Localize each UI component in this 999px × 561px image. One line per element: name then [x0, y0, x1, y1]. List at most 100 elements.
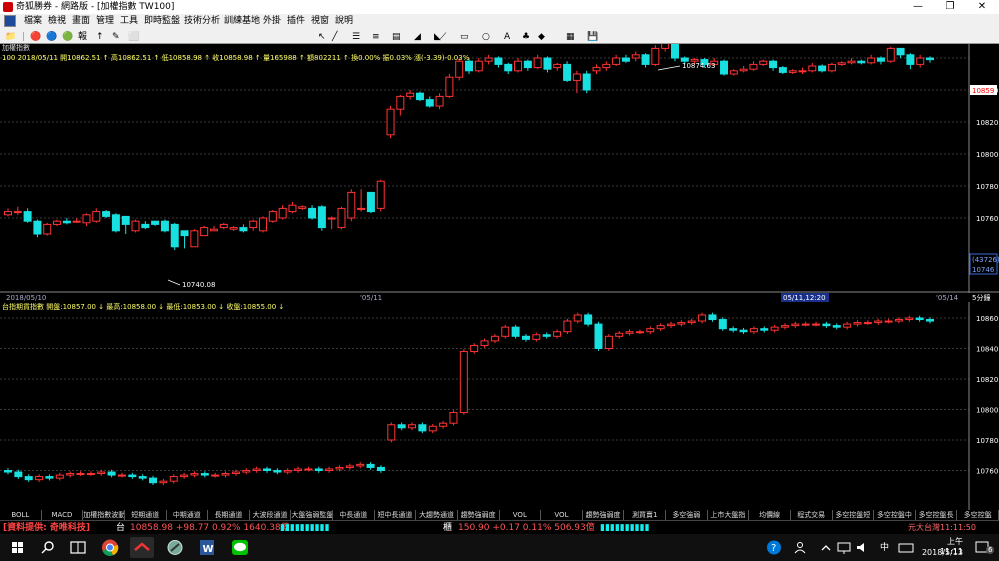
pointer-icon[interactable]: ↖: [318, 29, 326, 43]
rectangle-icon[interactable]: ▭: [460, 29, 469, 43]
candle-body: [874, 320, 883, 324]
indicator-tab[interactable]: 中期通道: [167, 510, 209, 520]
indicator-tab[interactable]: 多空控盤中: [874, 510, 916, 520]
search-icon[interactable]: [36, 537, 60, 558]
menu-manage[interactable]: 管理: [96, 14, 114, 28]
indicator-tab[interactable]: 趨勢強弱度: [583, 510, 625, 520]
people-icon[interactable]: [790, 537, 814, 558]
app-tool-icon[interactable]: [163, 537, 187, 558]
grid-icon[interactable]: ▦: [566, 29, 575, 43]
help-icon[interactable]: ?: [762, 537, 786, 558]
candle-body: [335, 466, 344, 470]
candle-body: [278, 207, 287, 219]
windows-start-icon[interactable]: [6, 537, 30, 558]
circle-icon[interactable]: ○: [482, 29, 490, 43]
ime-indicator[interactable]: 中: [880, 540, 889, 553]
maximize-button[interactable]: ❐: [935, 0, 965, 14]
fan-icon[interactable]: ◢: [414, 29, 421, 43]
indicator-tab[interactable]: 加權指數波動短線寶鑑: [83, 510, 125, 520]
green-dot-icon[interactable]: 🟢: [62, 29, 73, 43]
indicator-tab[interactable]: 大波段通道: [250, 510, 292, 520]
line-tool-icon[interactable]: ╱: [332, 29, 337, 43]
menu-technical[interactable]: 技術分析: [184, 14, 220, 28]
indicator-tab[interactable]: 多空控盤: [957, 510, 999, 520]
menu-screen[interactable]: 畫面: [72, 14, 90, 28]
chrome-icon[interactable]: [98, 537, 122, 558]
indicator-tab[interactable]: VOL: [500, 510, 542, 520]
open-icon[interactable]: 📁: [5, 29, 16, 43]
minimize-button[interactable]: —: [903, 0, 933, 14]
indicator-tab[interactable]: 均價線: [749, 510, 791, 520]
line-app-icon[interactable]: [228, 537, 252, 558]
indicator-tab[interactable]: 趨勢強弱度: [458, 510, 500, 520]
candle-body: [35, 476, 44, 481]
menu-realtime[interactable]: 即時監盤: [144, 14, 180, 28]
indicator-tab[interactable]: 中長通道: [333, 510, 375, 520]
candle-body: [4, 470, 12, 473]
candle-body: [646, 328, 655, 333]
indicator-tab[interactable]: MACD: [42, 510, 84, 520]
diamond-icon[interactable]: ◆: [538, 29, 545, 43]
clock-date[interactable]: 2018/5/13: [916, 548, 963, 557]
menu-lines-icon[interactable]: ☰: [352, 29, 360, 43]
channel-icon[interactable]: ⟋: [440, 29, 446, 43]
indicator-tab[interactable]: 多空強弱: [666, 510, 708, 520]
menu-view[interactable]: 檢視: [48, 14, 66, 28]
quote-icon[interactable]: 報: [78, 29, 87, 43]
chart-window-icon[interactable]: [4, 15, 16, 27]
candle-body: [86, 473, 95, 476]
menu-help[interactable]: 說明: [335, 14, 353, 28]
indicator-tab[interactable]: 測買賣1: [624, 510, 666, 520]
indicator-tab[interactable]: 程式交易: [791, 510, 833, 520]
candle-body: [926, 57, 934, 61]
indicator-tab[interactable]: 大趨勢通道: [416, 510, 458, 520]
candle-body: [514, 60, 523, 72]
candle-body: [55, 474, 64, 479]
candle-body: [219, 223, 228, 229]
indicator-tab[interactable]: 短期通道: [125, 510, 167, 520]
candle-body: [428, 425, 437, 432]
candle-body: [149, 477, 158, 484]
menu-plugin[interactable]: 外掛: [263, 14, 281, 28]
indicator-tab[interactable]: 上市大盤指: [708, 510, 750, 520]
up-arrow-icon[interactable]: ↑: [96, 29, 104, 43]
volume-icon[interactable]: [850, 537, 874, 558]
red-arrow-icon: [134, 542, 150, 551]
indicator-tab[interactable]: 多空控盤短: [833, 510, 875, 520]
period-label[interactable]: 5分鐘: [972, 293, 990, 302]
candle-body: [415, 92, 424, 101]
menu-training[interactable]: 訓練基地: [224, 14, 260, 28]
chart-area[interactable]: 1084010820108001078010760 10860108401082…: [0, 44, 999, 510]
indicator-tab[interactable]: 多空控盤長: [916, 510, 958, 520]
text-icon[interactable]: A: [504, 29, 510, 43]
pen-icon[interactable]: ✎: [112, 29, 120, 43]
close-button[interactable]: ✕: [967, 0, 997, 14]
menu-window[interactable]: 視窗: [311, 14, 329, 28]
candle-body: [708, 314, 717, 321]
candle-body: [408, 424, 417, 429]
box-icon[interactable]: ⬜: [128, 29, 139, 43]
save-icon[interactable]: 💾: [587, 29, 598, 43]
indicator-tab[interactable]: 短中長通道: [375, 510, 417, 520]
blue-dot-icon[interactable]: 🔵: [46, 29, 57, 43]
indicator-tab[interactable]: 大盤強弱監盤版: [291, 510, 333, 520]
indicator-tab[interactable]: BOLL: [0, 510, 42, 520]
app-red-icon[interactable]: [130, 537, 154, 558]
red-dot-icon[interactable]: 🔴: [30, 29, 41, 43]
bars-icon[interactable]: ▤: [392, 29, 401, 43]
menu-file[interactable]: 檔案: [24, 14, 42, 28]
menu-addon[interactable]: 插件: [287, 14, 305, 28]
menu-tools[interactable]: 工具: [120, 14, 138, 28]
word-icon[interactable]: W: [195, 537, 219, 558]
task-view-icon[interactable]: [66, 537, 90, 558]
hlines-icon[interactable]: ≡: [372, 29, 380, 43]
candle-body: [621, 57, 630, 62]
keyboard-icon[interactable]: [894, 537, 918, 558]
club-icon[interactable]: ♣: [522, 29, 530, 43]
candle-body: [521, 335, 530, 340]
indicator-tab[interactable]: VOL: [541, 510, 583, 520]
app-window: 奇狐勝券 - 網路版 - [加權指數 TW100] — ❐ ✕ 檔案 檢視 畫面…: [0, 0, 999, 561]
indicator-tab[interactable]: 長期通道: [208, 510, 250, 520]
candle-body: [625, 331, 634, 334]
candle-body: [770, 326, 779, 331]
